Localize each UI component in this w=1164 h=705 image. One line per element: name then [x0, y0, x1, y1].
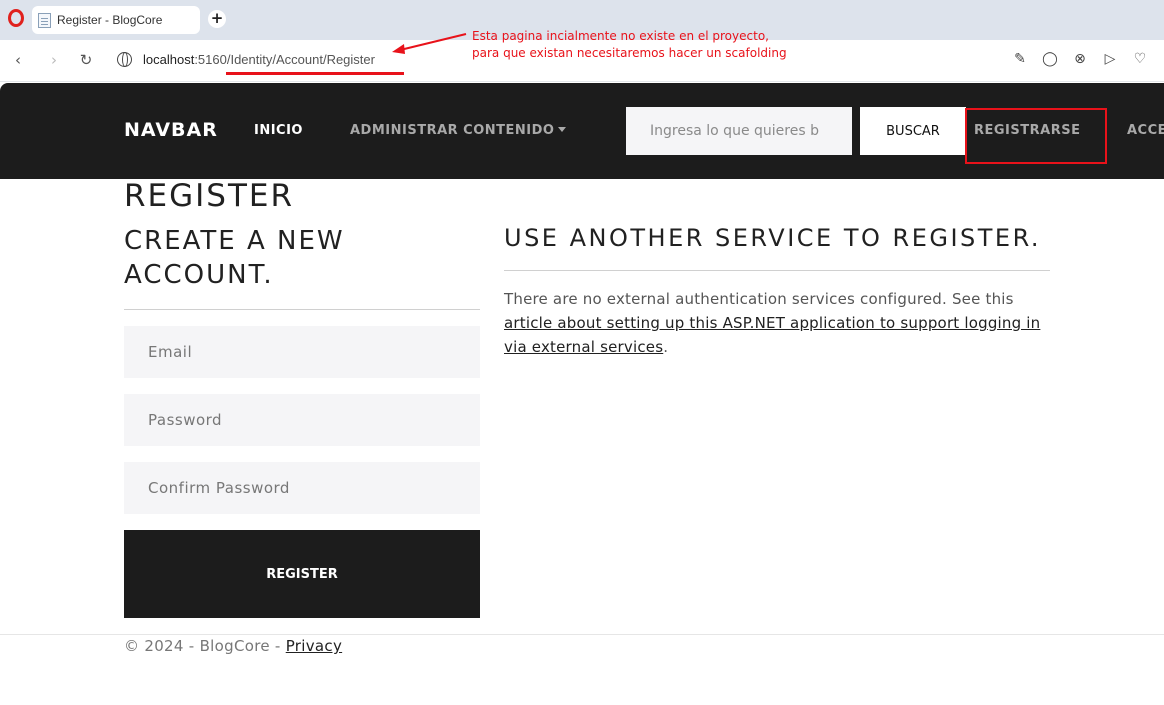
footer-divider [0, 634, 1164, 635]
password-field[interactable] [124, 394, 480, 446]
site-navbar: NAVBAR INICIO ADMINISTRAR CONTENIDO BUSC… [0, 83, 1164, 179]
camera-icon[interactable]: ◯ [1042, 51, 1058, 67]
edit-icon[interactable]: ✎ [1012, 51, 1028, 67]
footer: © 2024 - BlogCore - Privacy [124, 637, 342, 655]
register-button[interactable]: REGISTER [124, 530, 480, 618]
adblock-icon[interactable]: ⊗ [1072, 51, 1088, 67]
new-tab-button[interactable]: + [208, 10, 226, 28]
page-title: REGISTER [124, 178, 295, 214]
forward-icon[interactable]: › [44, 50, 64, 70]
external-register-heading: USE ANOTHER SERVICE TO REGISTER. [504, 224, 1042, 252]
external-services-text: There are no external authentication ser… [504, 290, 1014, 308]
globe-icon [117, 52, 132, 67]
annotation-highlight-box [965, 108, 1107, 164]
external-services-period: . [663, 338, 669, 356]
divider [504, 270, 1050, 271]
confirm-password-field[interactable] [124, 462, 480, 514]
nav-dropdown-admin[interactable]: ADMINISTRAR CONTENIDO [350, 123, 567, 138]
nav-link-inicio[interactable]: INICIO [254, 123, 303, 138]
annotation-note: Esta pagina incialmente no existe en el … [472, 28, 787, 62]
heart-icon[interactable]: ♡ [1132, 51, 1148, 67]
external-services-article-link[interactable]: article about setting up this ASP.NET ap… [504, 314, 1040, 356]
footer-copyright: © 2024 - BlogCore - [124, 637, 286, 655]
external-services-note: There are no external authentication ser… [504, 287, 1054, 359]
url-path: :5160/Identity/Account/Register [194, 52, 375, 67]
search-button[interactable]: BUSCAR [860, 107, 966, 155]
url-host: localhost [143, 52, 195, 67]
annotation-line-1: Esta pagina incialmente no existe en el … [472, 29, 769, 43]
annotation-line-2: para que existan necesitaremos hacer un … [472, 46, 787, 60]
nav-link-acceder[interactable]: ACCE [1127, 123, 1164, 138]
search-input[interactable] [626, 107, 852, 155]
opera-logo-icon[interactable] [8, 9, 24, 27]
privacy-link[interactable]: Privacy [286, 637, 342, 655]
tab-title: Register - BlogCore [57, 13, 163, 27]
caret-down-icon [558, 126, 567, 132]
create-account-heading: CREATE A NEW ACCOUNT. [124, 226, 345, 290]
back-icon[interactable]: ‹ [8, 50, 28, 70]
browser-toolbar: ✎ ◯ ⊗ ▷ ♡ [1012, 51, 1148, 67]
navbar-brand[interactable]: NAVBAR [124, 119, 218, 141]
browser-tab[interactable]: Register - BlogCore [32, 6, 200, 34]
play-icon[interactable]: ▷ [1102, 51, 1118, 67]
reload-icon[interactable]: ↻ [76, 50, 96, 70]
page-favicon-icon [38, 12, 51, 28]
url-field[interactable]: localhost:5160/Identity/Account/Register [143, 52, 375, 67]
email-field[interactable] [124, 326, 480, 378]
annotation-arrow-icon [392, 33, 467, 54]
nav-dropdown-admin-label: ADMINISTRAR CONTENIDO [350, 123, 555, 138]
annotation-underline [226, 72, 404, 75]
divider [124, 309, 480, 310]
